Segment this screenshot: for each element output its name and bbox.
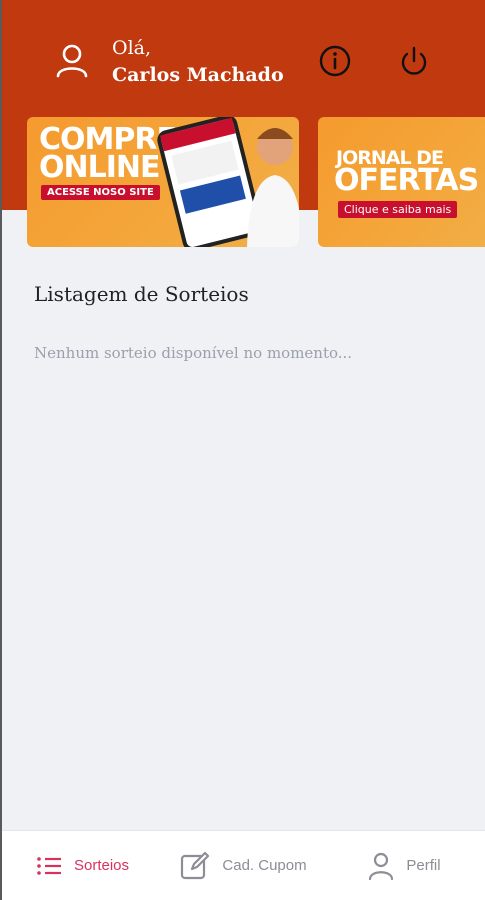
- list-icon: [37, 856, 61, 875]
- banner-tag: ACESSE NOSO SITE: [41, 185, 160, 200]
- bottom-tab-bar: Sorteios Cad. Cupom Perfil: [2, 830, 485, 900]
- greeting-block: Olá, Carlos Machado: [112, 36, 284, 90]
- banner-tag: Clique e saiba mais: [338, 201, 458, 218]
- tab-sorteios[interactable]: Sorteios: [2, 831, 163, 900]
- power-icon[interactable]: [397, 44, 431, 78]
- person-image: [247, 128, 299, 247]
- user-icon: [369, 852, 394, 880]
- banner-carousel[interactable]: COMPRE ONLINE ACESSE NOSO SITE JORNAL DE…: [27, 117, 485, 247]
- page-title: Listagem de Sorteios: [34, 282, 249, 306]
- tab-label: Perfil: [406, 857, 441, 874]
- banner-jornal-ofertas[interactable]: JORNAL DE OFERTAS Clique e saiba mais: [318, 117, 485, 247]
- info-icon[interactable]: [318, 44, 352, 78]
- greeting-text: Olá,: [112, 37, 152, 59]
- user-name: Carlos Machado: [112, 64, 284, 86]
- banner-title-line2: ONLINE: [39, 150, 160, 185]
- tab-perfil[interactable]: Perfil: [324, 831, 485, 900]
- banner-title-line2: OFERTAS: [334, 163, 479, 198]
- user-icon: [56, 44, 88, 78]
- edit-icon: [181, 851, 210, 879]
- banner-compre-online[interactable]: COMPRE ONLINE ACESSE NOSO SITE: [27, 117, 299, 247]
- tab-label: Sorteios: [73, 857, 130, 874]
- empty-message: Nenhum sorteio disponível no momento...: [34, 344, 353, 362]
- tab-label: Cad. Cupom: [222, 857, 307, 874]
- tab-cad-cupom[interactable]: Cad. Cupom: [163, 831, 324, 900]
